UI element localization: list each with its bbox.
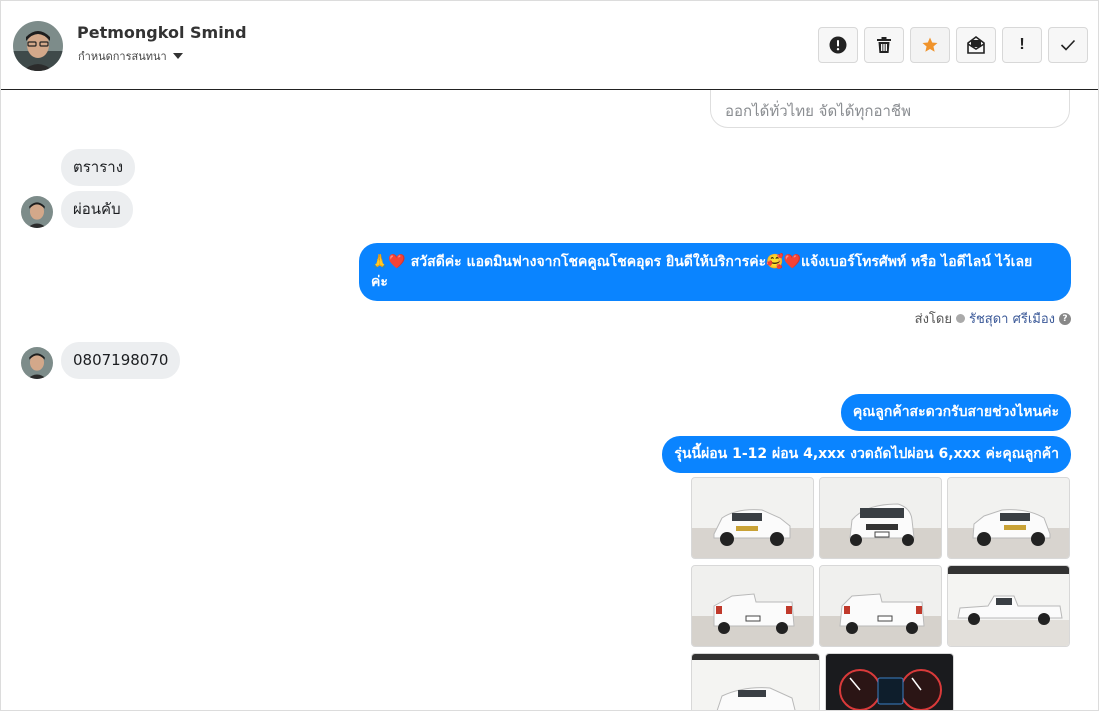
car-photo[interactable] [819,565,942,647]
mark-important-button[interactable]: ! [1002,27,1042,63]
report-spam-button[interactable] [818,27,858,63]
envelope-open-icon [967,36,985,54]
sent-by-label: ส่งโดย [914,312,952,327]
contact-avatar[interactable] [13,21,63,71]
messenger-window: Petmongkol Smind กำหนดการสนทนา ! ออกได้ท… [0,0,1099,711]
outgoing-message[interactable]: 🙏❤️ สวัสดีค่ะ แอดมินฟางจากโชคคูณโชคอุดร … [359,243,1071,301]
mark-unread-button[interactable] [956,27,996,63]
star-icon [922,37,938,52]
conversation-toolbar: ! [818,27,1088,63]
help-icon[interactable]: ? [1059,312,1071,325]
alert-circle-icon [829,36,847,54]
conversation-header: Petmongkol Smind กำหนดการสนทนา ! [1,1,1098,90]
agent-name-link[interactable]: รัชสุดา ศรีเมือง [969,308,1055,329]
outgoing-message-line: ค่ะ [371,274,388,290]
conversation-label-text: กำหนดการสนทนา [78,50,167,63]
delete-button[interactable] [864,27,904,63]
agent-status-icon [955,314,965,323]
sent-by-info: ส่งโดย รัชสุดา ศรีเมือง ? [915,308,1071,329]
contact-avatar-small[interactable] [21,196,53,228]
conversation-label-dropdown[interactable]: กำหนดการสนทนา [78,47,183,65]
previous-card-text: ออกได้ทั่วไทย จัดได้ทุกอาชีพ [725,102,911,120]
car-photo[interactable] [947,477,1070,559]
car-photo[interactable] [691,653,820,710]
outgoing-message[interactable]: รุ่นนี้ผ่อน 1-12 ผ่อน 4,xxx งวดถัดไปผ่อน… [662,436,1071,473]
contact-name[interactable]: Petmongkol Smind [77,23,247,42]
outgoing-message[interactable]: คุณลูกค้าสะดวกรับสายช่วงไหนค่ะ [840,394,1071,431]
car-photo[interactable] [691,477,814,559]
check-icon [1060,39,1076,51]
mark-done-button[interactable] [1048,27,1088,63]
car-photo[interactable] [947,565,1070,647]
car-photo[interactable] [691,565,814,647]
trash-icon [877,37,891,53]
incoming-message[interactable]: ผ่อนคับ [61,191,133,228]
previous-message-card[interactable]: ออกได้ทั่วไทย จัดได้ทุกอาชีพ [710,90,1070,128]
message-thread: ออกได้ทั่วไทย จัดได้ทุกอาชีพ ตราราง ผ่อน… [1,90,1098,710]
star-button[interactable] [910,27,950,63]
exclamation-icon: ! [1019,36,1025,53]
car-photo[interactable] [819,477,942,559]
outgoing-message-line: 🙏❤️ สวัสดีค่ะ แอดมินฟางจากโชคคูณโชคอุดร … [371,254,1033,270]
contact-avatar-small[interactable] [21,347,53,379]
incoming-message[interactable]: 0807198070 [61,342,181,379]
car-photo[interactable] [825,653,954,710]
caret-down-icon [172,53,183,59]
incoming-message[interactable]: ตราราง [61,149,136,186]
